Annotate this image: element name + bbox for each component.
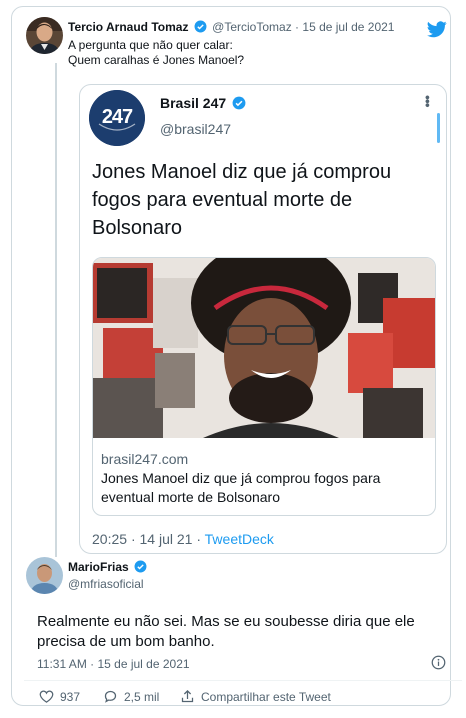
heart-icon <box>39 690 54 703</box>
separator-dot: · <box>295 20 300 34</box>
link-preview-card[interactable]: brasil247.com Jones Manoel diz que já co… <box>92 257 436 516</box>
embed-avatar-logo-text: 247 <box>101 106 133 128</box>
embed-author-handle[interactable]: @brasil247 <box>160 121 231 137</box>
tweet-card: Tercio Arnaud Tomaz @TercioTomaz · 15 de… <box>11 6 462 706</box>
embed-source[interactable]: TweetDeck <box>205 531 274 547</box>
tweet-date[interactable]: 15 de jul de 2021 <box>302 20 394 34</box>
author-handle[interactable]: @TercioTomaz <box>212 20 292 34</box>
avatar[interactable] <box>26 17 63 54</box>
reply-bubble-icon <box>104 690 117 703</box>
verified-badge-icon <box>232 96 246 110</box>
embed-date[interactable]: 14 jul 21 <box>140 531 193 547</box>
reply-timestamp[interactable]: 11:31 AM · 15 de jul de 2021 <box>37 657 190 671</box>
embed-author-row: Brasil 247 <box>160 95 248 111</box>
link-domain: brasil247.com <box>101 451 189 467</box>
like-count: 937 <box>60 689 81 704</box>
divider <box>24 680 462 681</box>
share-label: Compartilhar este Tweet <box>201 689 331 704</box>
reply-author-row: MarioFrias <box>68 560 149 574</box>
embed-footer: 20:25 · 14 jul 21 · TweetDeck <box>92 531 274 547</box>
separator-dot: · <box>130 531 136 547</box>
reply-author-name[interactable]: MarioFrias <box>68 560 129 574</box>
embed-time[interactable]: 20:25 <box>92 531 127 547</box>
info-icon[interactable] <box>431 655 446 670</box>
reply-count: 2,5 mil <box>124 689 160 704</box>
link-title: Jones Manoel diz que já comprou fogos pa… <box>101 470 381 505</box>
embed-scrollbar[interactable] <box>437 113 440 143</box>
share-button[interactable]: Compartilhar este Tweet <box>180 689 331 704</box>
separator-dot: · <box>196 531 201 547</box>
verified-badge-icon <box>134 560 147 573</box>
tweet-text: A pergunta que não quer calar: Quem cara… <box>68 38 244 68</box>
more-options-icon[interactable]: ••• <box>420 95 436 107</box>
link-preview-image <box>93 258 435 438</box>
twitter-logo-icon[interactable] <box>427 21 447 38</box>
thread-line <box>55 63 57 557</box>
tweet-header: Tercio Arnaud Tomaz @TercioTomaz · 15 de… <box>68 20 394 34</box>
like-button[interactable]: 937 <box>39 689 80 704</box>
embed-author-name[interactable]: Brasil 247 <box>160 95 226 111</box>
reply-button[interactable]: 2,5 mil <box>103 689 159 704</box>
embed-avatar[interactable]: 247 <box>89 90 145 146</box>
embed-tweet-text: Jones Manoel diz que já comprou fogos pa… <box>92 161 392 239</box>
reply-text: Realmente eu não sei. Mas se eu soubesse… <box>37 613 415 650</box>
tweet-text-line-2: Quem caralhas é Jones Manoel? <box>68 53 245 67</box>
verified-badge-icon <box>194 20 207 33</box>
embedded-tweet[interactable]: 247 Brasil 247 @brasil247 ••• Jones Mano… <box>79 84 447 554</box>
reply-author-handle[interactable]: @mfriasoficial <box>68 577 144 591</box>
reply-avatar[interactable] <box>26 557 63 594</box>
share-icon <box>181 689 194 703</box>
tweet-text-line-1: A pergunta que não quer calar: <box>68 38 233 52</box>
author-name[interactable]: Tercio Arnaud Tomaz <box>68 20 188 34</box>
